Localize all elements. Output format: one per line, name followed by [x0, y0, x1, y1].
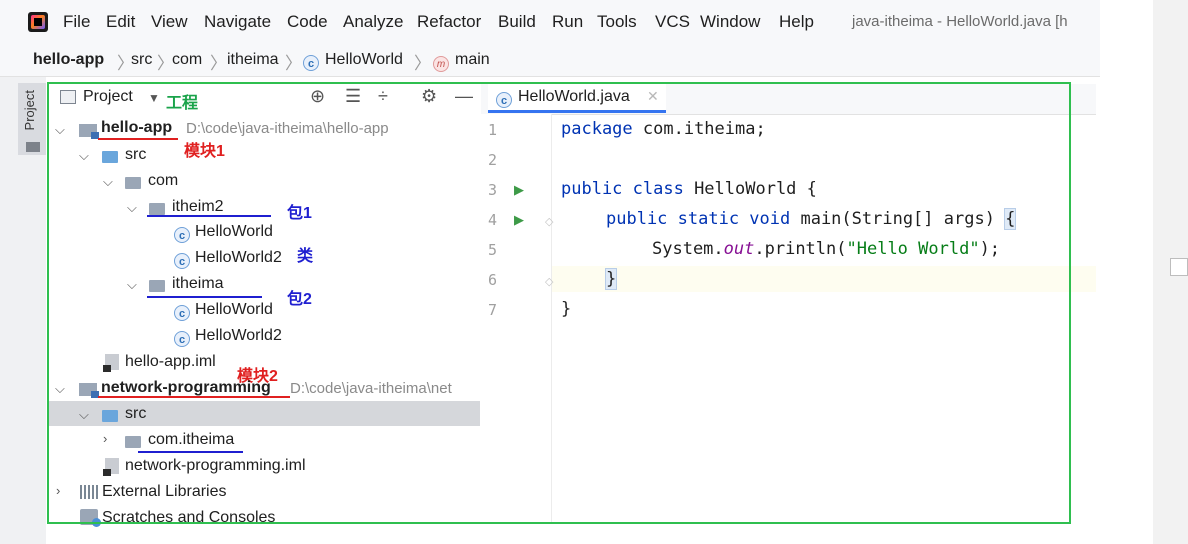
menu-file[interactable]: File: [63, 12, 90, 32]
breadcrumb-class[interactable]: HelloWorld: [325, 51, 403, 69]
menu-build[interactable]: Build: [498, 12, 536, 32]
menu-vcs[interactable]: VCS: [655, 12, 690, 32]
project-tool-tab-label: Project: [22, 90, 37, 131]
intellij-logo-icon: [28, 12, 48, 32]
menu-run[interactable]: Run: [552, 12, 583, 32]
menu-view[interactable]: View: [151, 12, 188, 32]
menu-analyze[interactable]: Analyze: [343, 12, 403, 32]
menu-refactor[interactable]: Refactor: [417, 12, 481, 32]
class-icon: c: [303, 52, 319, 71]
breadcrumb-method[interactable]: main: [455, 51, 490, 69]
checkbox[interactable]: [1170, 258, 1188, 276]
menu-navigate[interactable]: Navigate: [204, 12, 271, 32]
annotation-project-box: [47, 82, 1071, 524]
menu-code[interactable]: Code: [287, 12, 328, 32]
breadcrumb-src[interactable]: src: [131, 51, 152, 69]
window-title: java-itheima - HelloWorld.java [h: [852, 13, 1068, 30]
menu-tools[interactable]: Tools: [597, 12, 637, 32]
folder-icon: [26, 142, 40, 152]
breadcrumb-module[interactable]: hello-app: [33, 51, 104, 69]
menu-edit[interactable]: Edit: [106, 12, 135, 32]
breadcrumb-separator-icon: 〉: [414, 54, 431, 73]
menu-help[interactable]: Help: [779, 12, 814, 32]
breadcrumb-itheima[interactable]: itheima: [227, 51, 279, 69]
menu-window[interactable]: Window: [700, 12, 760, 32]
breadcrumb-separator-icon: 〉: [285, 54, 302, 73]
breadcrumb-com[interactable]: com: [172, 51, 202, 69]
method-icon: m: [433, 52, 449, 72]
breadcrumb-separator-icon: 〉: [210, 54, 227, 73]
